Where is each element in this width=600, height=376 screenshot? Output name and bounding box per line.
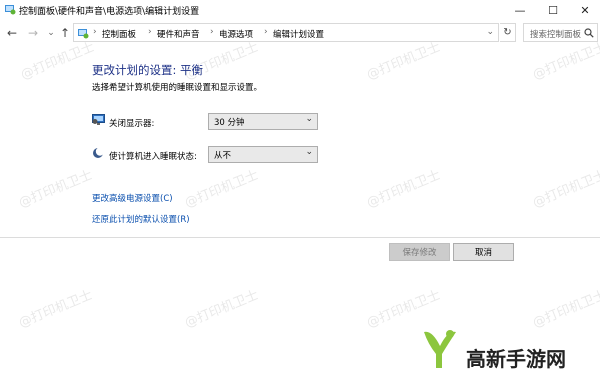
page-title: 更改计划的设置: 平衡 [92, 63, 204, 77]
display-off-label: 关闭显示器: [109, 119, 155, 129]
search-input[interactable]: 搜索控制面板 [523, 23, 598, 42]
chevron-down-icon: ⌄ [305, 114, 313, 124]
watermark: @打印机卫士 [182, 287, 261, 331]
forward-arrow-icon[interactable]: → [26, 26, 40, 40]
divider [0, 237, 600, 238]
breadcrumb-item-power-options[interactable]: 电源选项 [219, 28, 253, 40]
advanced-power-settings-link[interactable]: 更改高级电源设置(C) [92, 192, 173, 204]
watermark: @打印机卫士 [16, 287, 95, 331]
monitor-icon [92, 114, 105, 125]
maximize-button[interactable]: ☐ [538, 0, 568, 20]
breadcrumb-separator: › [210, 27, 214, 37]
back-arrow-icon[interactable]: ← [5, 26, 19, 40]
watermark: @打印机卫士 [530, 39, 600, 83]
breadcrumb-item-control-panel[interactable]: 控制面板 [102, 28, 136, 40]
cancel-button[interactable]: 取消 [453, 243, 514, 261]
sleep-label: 使计算机进入睡眠状态: [109, 152, 197, 162]
restore-defaults-link[interactable]: 还原此计划的默认设置(R) [92, 213, 190, 225]
watermark: @打印机卫士 [364, 167, 443, 211]
moon-icon [93, 147, 104, 158]
breadcrumb-separator: › [264, 27, 268, 37]
save-changes-button[interactable]: 保存修改 [389, 243, 450, 261]
watermark: @打印机卫士 [364, 39, 443, 83]
page-subtitle: 选择希望计算机使用的睡眠设置和显示设置。 [92, 83, 263, 93]
refresh-button[interactable]: ↻ [500, 23, 516, 42]
address-dropdown-icon[interactable]: ⌄ [486, 27, 494, 37]
control-panel-icon [5, 5, 16, 15]
watermark: @打印机卫士 [364, 287, 443, 331]
up-arrow-icon[interactable]: ↑ [58, 26, 72, 40]
minimize-button[interactable]: — [505, 0, 535, 20]
sleep-select[interactable]: 从不 ⌄ [208, 146, 318, 163]
breadcrumb-item-edit-plan[interactable]: 编辑计划设置 [273, 28, 324, 40]
title-bar: 控制面板\硬件和声音\电源选项\编辑计划设置 — ☐ ✕ [0, 0, 600, 20]
recent-locations-dropdown-icon[interactable]: ⌄ [44, 26, 58, 40]
watermark: @打印机卫士 [530, 167, 600, 211]
watermark: @打印机卫士 [530, 287, 600, 331]
search-icon[interactable] [584, 28, 594, 38]
sleep-value: 从不 [214, 151, 232, 161]
breadcrumb-item-hardware-sound[interactable]: 硬件和声音 [157, 28, 200, 40]
control-panel-icon [78, 29, 89, 39]
brand-name: 高新手游网 [466, 347, 566, 371]
watermark: @打印机卫士 [18, 39, 97, 83]
chevron-down-icon: ⌄ [305, 147, 313, 157]
display-off-value: 30 分钟 [214, 118, 245, 128]
brand-logo-icon [424, 330, 456, 368]
watermark: @打印机卫士 [16, 167, 95, 211]
watermark: @打印机卫士 [182, 167, 261, 211]
address-bar[interactable]: › 控制面板 › 硬件和声音 › 电源选项 › 编辑计划设置 ⌄ [73, 23, 499, 42]
search-placeholder: 搜索控制面板 [530, 30, 582, 40]
window-title: 控制面板\硬件和声音\电源选项\编辑计划设置 [19, 7, 200, 17]
breadcrumb-separator: › [148, 27, 152, 37]
close-button[interactable]: ✕ [570, 0, 600, 20]
display-off-select[interactable]: 30 分钟 ⌄ [208, 113, 318, 130]
breadcrumb-separator: › [93, 27, 97, 37]
